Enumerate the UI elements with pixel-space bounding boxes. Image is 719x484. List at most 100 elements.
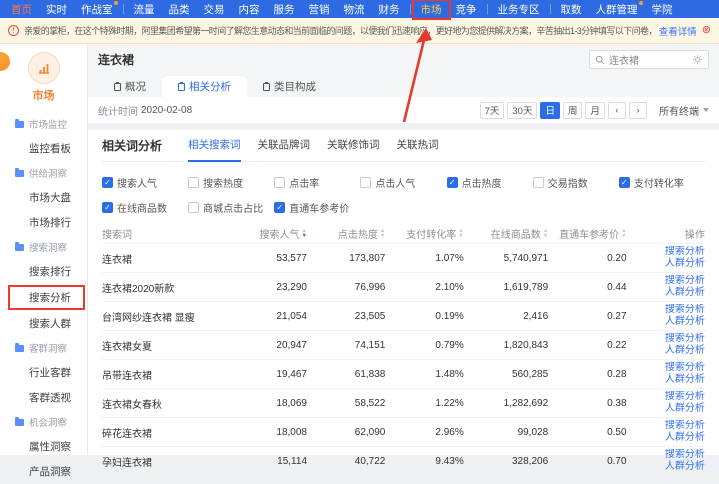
nav-item[interactable]: 学院 xyxy=(645,1,680,18)
date-range-button[interactable]: 月 xyxy=(585,102,605,119)
nav-item[interactable]: 交易 xyxy=(197,1,232,18)
close-icon[interactable]: ⊗ xyxy=(702,25,711,36)
date-range-button[interactable]: 7天 xyxy=(480,102,505,119)
page-tab[interactable]: 相关分析 xyxy=(162,76,247,97)
date-range-button[interactable]: 周 xyxy=(563,102,583,119)
date-range-button[interactable]: 日 xyxy=(540,102,560,119)
action-link[interactable]: 人群分析 xyxy=(627,287,705,299)
sidebar-item[interactable]: 市场排行 xyxy=(0,210,87,235)
metric-checkbox[interactable]: ✓搜索人气 xyxy=(102,175,188,190)
metric-checkbox[interactable]: ✓交易指数 xyxy=(533,175,619,190)
page-tab[interactable]: 类目构成 xyxy=(247,76,332,97)
metric-checkbox[interactable]: ✓点击热度 xyxy=(447,175,533,190)
metric-cell: 1,820,843 xyxy=(464,340,548,351)
word-type-tab[interactable]: 关联热词 xyxy=(397,137,439,162)
action-link[interactable]: 搜索分析 xyxy=(627,246,705,258)
action-link[interactable]: 搜索分析 xyxy=(627,304,705,316)
metric-checkbox[interactable]: ✓点击人气 xyxy=(360,175,446,190)
metric-cell: 74,151 xyxy=(307,340,385,351)
action-link[interactable]: 人群分析 xyxy=(627,316,705,328)
search-box[interactable] xyxy=(589,50,709,69)
nav-item[interactable]: 实时 xyxy=(39,1,74,18)
nav-item[interactable]: 竞争 xyxy=(449,1,484,18)
nav-item[interactable]: 内容 xyxy=(232,1,267,18)
main-panel: 连衣裙 概况相关分析类目构成 统计时间 2020-02-08 7天 xyxy=(88,44,719,455)
action-link[interactable]: 人群分析 xyxy=(627,403,705,415)
page-tab[interactable]: 概况 xyxy=(98,76,162,97)
word-type-tab[interactable]: 相关搜索词 xyxy=(188,137,241,162)
metric-cell: 5,740,971 xyxy=(464,253,548,264)
pager-next-button[interactable]: › xyxy=(629,102,647,119)
nav-item[interactable]: 品类 xyxy=(162,1,197,18)
menu-section-label: 市场监控 xyxy=(29,117,67,131)
metric-checkbox[interactable]: ✓点击率 xyxy=(274,175,360,190)
action-link[interactable]: 人群分析 xyxy=(627,345,705,357)
action-link[interactable]: 搜索分析 xyxy=(627,449,705,461)
nav-item[interactable]: 流量 xyxy=(127,1,162,18)
sidebar-item[interactable]: 搜索排行 xyxy=(0,259,87,284)
metric-checkbox[interactable]: ✓在线商品数 xyxy=(102,200,188,215)
terminal-select[interactable]: 所有终端 xyxy=(659,103,709,118)
sidebar-item[interactable]: 市场大盘 xyxy=(0,185,87,210)
action-link[interactable]: 搜索分析 xyxy=(627,362,705,374)
nav-item[interactable]: 服务 xyxy=(267,1,302,18)
sidebar-item[interactable]: 客群透视 xyxy=(0,385,87,410)
metric-checkbox[interactable]: ✓支付转化率 xyxy=(619,175,705,190)
sidebar-item[interactable]: 属性洞察 xyxy=(0,434,87,459)
nav-item[interactable]: 市场 xyxy=(414,1,449,18)
table-row: 连衣裙2020新款23,29076,9962.10%1,619,7890.44搜… xyxy=(102,272,705,301)
metric-cell: 53,577 xyxy=(229,253,307,264)
doc-icon xyxy=(178,83,185,91)
menu-section-header[interactable]: 客群洞察 xyxy=(0,336,87,360)
metric-checkbox[interactable]: ✓搜索热度 xyxy=(188,175,274,190)
date-range-button[interactable]: 30天 xyxy=(507,102,537,119)
menu-section-header[interactable]: 搜索洞察 xyxy=(0,235,87,259)
sortable-column-header[interactable]: 在线商品数▲▼ xyxy=(464,226,548,241)
sidebar-item[interactable]: 搜索分析 xyxy=(10,287,83,308)
row-actions: 搜索分析人群分析 xyxy=(627,304,705,328)
sidebar-item[interactable]: 产品洞察 xyxy=(0,459,87,484)
action-link[interactable]: 人群分析 xyxy=(627,258,705,270)
word-type-tab[interactable]: 关联品牌词 xyxy=(258,137,311,162)
checkbox-icon: ✓ xyxy=(102,177,113,188)
pager-prev-button[interactable]: ‹ xyxy=(608,102,626,119)
notice-detail-link[interactable]: 查看详情 xyxy=(659,24,697,38)
nav-item[interactable]: 营销 xyxy=(302,1,337,18)
search-word-cell: 连衣裙女春秋 xyxy=(102,396,229,411)
chevron-down-icon xyxy=(703,108,709,112)
sidebar-item[interactable]: 搜索人群 xyxy=(0,311,87,336)
action-link[interactable]: 人群分析 xyxy=(627,432,705,444)
column-label: 在线商品数 xyxy=(491,226,541,241)
sortable-column-header[interactable]: 搜索人气▲▼ xyxy=(229,226,307,241)
nav-item[interactable]: 作战室 xyxy=(74,1,120,18)
sidebar: 市场 市场监控监控看板供给洞察市场大盘市场排行搜索洞察搜索排行搜索分析搜索人群客… xyxy=(0,44,88,455)
date-range-group: 7天30天日周月‹› xyxy=(480,102,647,119)
sidebar-item[interactable]: 监控看板 xyxy=(0,136,87,161)
nav-item[interactable]: 取数 xyxy=(554,1,589,18)
action-link[interactable]: 人群分析 xyxy=(627,461,705,473)
metric-cell: 15,114 xyxy=(229,456,307,467)
search-input[interactable] xyxy=(609,54,688,65)
sidebar-item[interactable]: 行业客群 xyxy=(0,360,87,385)
nav-item[interactable]: 人群管理 xyxy=(589,1,645,18)
menu-section-header[interactable]: 机会洞察 xyxy=(0,410,87,434)
action-link[interactable]: 人群分析 xyxy=(627,374,705,386)
menu-section-header[interactable]: 供给洞察 xyxy=(0,161,87,185)
action-link[interactable]: 搜索分析 xyxy=(627,420,705,432)
action-link[interactable]: 搜索分析 xyxy=(627,391,705,403)
metric-checkbox[interactable]: ✓商城点击占比 xyxy=(188,200,274,215)
nav-item[interactable]: 财务 xyxy=(372,1,407,18)
sortable-column-header[interactable]: 点击热度▲▼ xyxy=(307,226,385,241)
menu-section-header[interactable]: 市场监控 xyxy=(0,112,87,136)
metric-checkbox[interactable]: ✓直通车参考价 xyxy=(274,200,360,215)
nav-item[interactable]: 物流 xyxy=(337,1,372,18)
word-type-tab[interactable]: 关联修饰词 xyxy=(327,137,380,162)
nav-item[interactable]: 首页 xyxy=(4,1,39,18)
sortable-column-header[interactable]: 直通车参考价▲▼ xyxy=(548,226,626,241)
sortable-column-header[interactable]: 支付转化率▲▼ xyxy=(385,226,463,241)
action-link[interactable]: 搜索分析 xyxy=(627,333,705,345)
settings-gear-icon[interactable] xyxy=(692,54,703,65)
module-label: 市场 xyxy=(0,87,87,103)
nav-item[interactable]: 业务专区 xyxy=(491,1,547,18)
action-link[interactable]: 搜索分析 xyxy=(627,275,705,287)
